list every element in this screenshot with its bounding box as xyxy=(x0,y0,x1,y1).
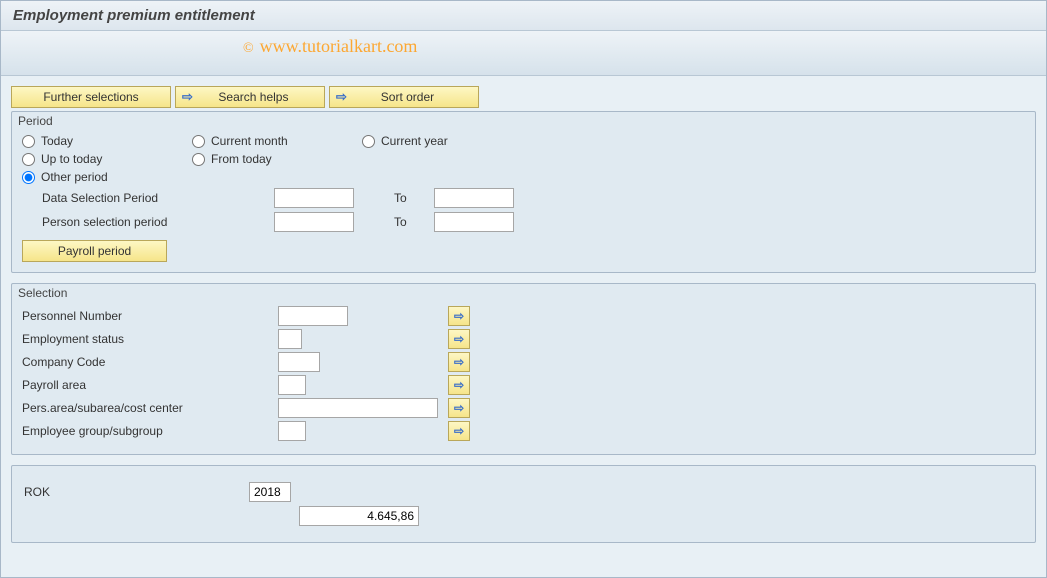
company-code-input[interactable] xyxy=(278,352,320,372)
arrow-right-icon: ⇨ xyxy=(182,89,193,105)
further-selections-button[interactable]: Further selections xyxy=(11,86,171,108)
content-area: Further selections ⇨ Search helps ⇨ Sort… xyxy=(1,76,1046,563)
payroll-area-label: Payroll area xyxy=(22,378,278,392)
radio-other-period-input[interactable] xyxy=(22,171,35,184)
rok-amount-input[interactable] xyxy=(299,506,419,526)
selection-group-title: Selection xyxy=(12,284,1035,300)
selection-group: Selection Personnel Number ⇨ Employment … xyxy=(11,283,1036,455)
data-selection-to-input[interactable] xyxy=(434,188,514,208)
radio-today[interactable]: Today xyxy=(22,134,192,148)
rok-group: ROK xyxy=(11,465,1036,543)
app-window: Employment premium entitlement ©www.tuto… xyxy=(0,0,1047,578)
pers-area-input[interactable] xyxy=(278,398,438,418)
employment-status-label: Employment status xyxy=(22,332,278,346)
data-selection-period-label: Data Selection Period xyxy=(42,191,274,205)
radio-up-to-today[interactable]: Up to today xyxy=(22,152,192,166)
personnel-number-more-button[interactable]: ⇨ xyxy=(448,306,470,326)
payroll-period-button[interactable]: Payroll period xyxy=(22,240,167,262)
period-group: Period Today Current month Current year xyxy=(11,111,1036,273)
employment-status-input[interactable] xyxy=(278,329,302,349)
company-code-label: Company Code xyxy=(22,355,278,369)
payroll-area-input[interactable] xyxy=(278,375,306,395)
pers-area-label: Pers.area/subarea/cost center xyxy=(22,401,278,415)
payroll-area-more-button[interactable]: ⇨ xyxy=(448,375,470,395)
radio-current-month-input[interactable] xyxy=(192,135,205,148)
app-toolbar-spacer xyxy=(1,31,1046,76)
radio-current-year-input[interactable] xyxy=(362,135,375,148)
employee-group-more-button[interactable]: ⇨ xyxy=(448,421,470,441)
page-title: Employment premium entitlement xyxy=(13,7,255,24)
rok-year-input[interactable] xyxy=(249,482,291,502)
search-helps-button[interactable]: ⇨ Search helps xyxy=(175,86,325,108)
employment-status-more-button[interactable]: ⇨ xyxy=(448,329,470,349)
person-selection-period-label: Person selection period xyxy=(42,215,274,229)
to-label-1: To xyxy=(394,191,434,205)
radio-today-input[interactable] xyxy=(22,135,35,148)
person-selection-from-input[interactable] xyxy=(274,212,354,232)
arrow-right-icon: ⇨ xyxy=(336,89,347,105)
radio-other-period[interactable]: Other period xyxy=(22,170,192,184)
radio-from-today-input[interactable] xyxy=(192,153,205,166)
radio-current-month[interactable]: Current month xyxy=(192,134,362,148)
radio-up-to-today-input[interactable] xyxy=(22,153,35,166)
period-group-title: Period xyxy=(12,112,1035,128)
sort-order-button[interactable]: ⇨ Sort order xyxy=(329,86,479,108)
personnel-number-label: Personnel Number xyxy=(22,309,278,323)
employee-group-input[interactable] xyxy=(278,421,306,441)
company-code-more-button[interactable]: ⇨ xyxy=(448,352,470,372)
title-bar: Employment premium entitlement xyxy=(1,1,1046,31)
action-buttons-row: Further selections ⇨ Search helps ⇨ Sort… xyxy=(11,86,1036,108)
employee-group-label: Employee group/subgroup xyxy=(22,424,278,438)
radio-from-today[interactable]: From today xyxy=(192,152,362,166)
person-selection-to-input[interactable] xyxy=(434,212,514,232)
to-label-2: To xyxy=(394,215,434,229)
rok-label: ROK xyxy=(24,485,249,499)
data-selection-from-input[interactable] xyxy=(274,188,354,208)
radio-current-year[interactable]: Current year xyxy=(362,134,532,148)
personnel-number-input[interactable] xyxy=(278,306,348,326)
pers-area-more-button[interactable]: ⇨ xyxy=(448,398,470,418)
